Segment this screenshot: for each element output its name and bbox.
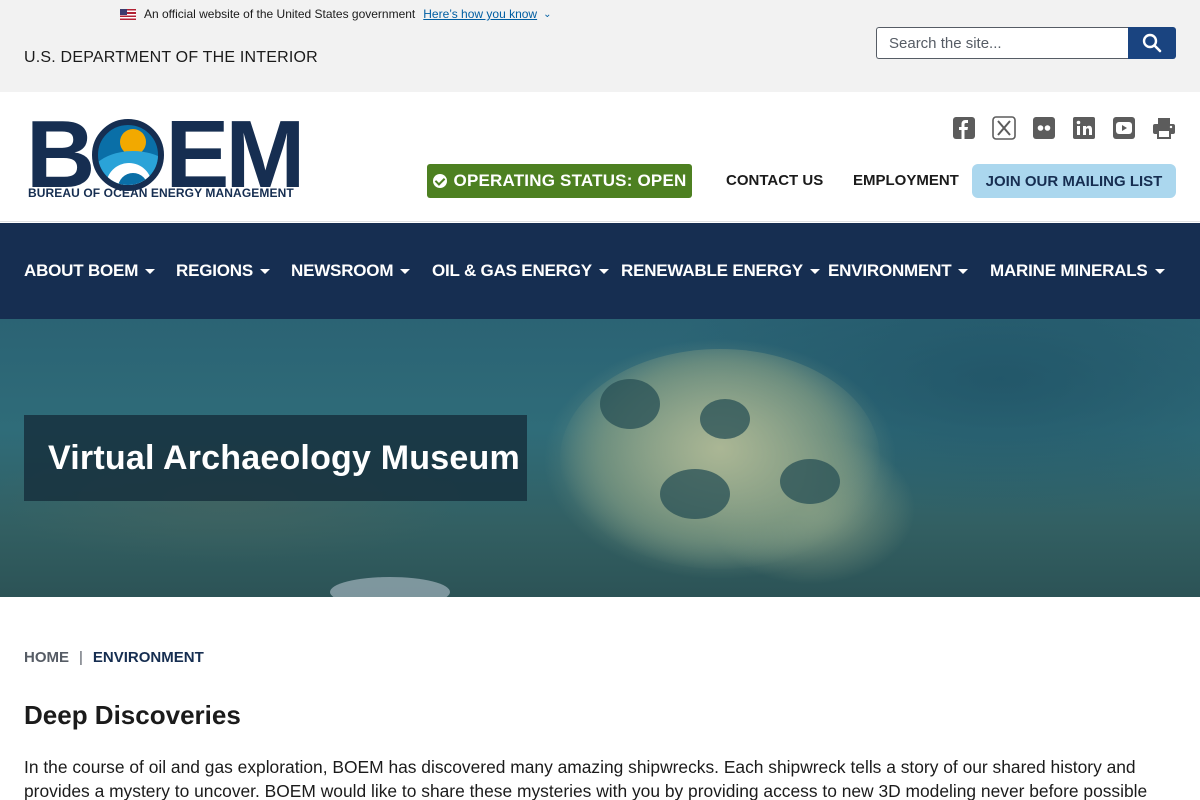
chevron-down-icon[interactable]: ⌄	[543, 9, 551, 20]
search-button[interactable]	[1128, 27, 1176, 59]
nav-item-label: ABOUT BOEM	[24, 261, 139, 280]
facebook-icon[interactable]	[952, 116, 976, 140]
top-bar: An official website of the United States…	[0, 0, 1200, 92]
breadcrumb-current[interactable]: ENVIRONMENT	[93, 649, 204, 666]
site-header: B EM BUREAU OF OCEAN ENERGY MANAGEMENT	[0, 92, 1200, 222]
caret-down-icon	[260, 269, 271, 274]
join-mailing-list-button[interactable]: JOIN OUR MAILING LIST	[972, 164, 1176, 198]
nav-item-oil-gas-energy[interactable]: OIL & GAS ENERGY	[432, 261, 610, 281]
operating-status-button[interactable]: OPERATING STATUS: OPEN	[427, 164, 692, 198]
nav-item-regions[interactable]: REGIONS	[176, 261, 271, 281]
breadcrumb-home-link[interactable]: HOME	[24, 649, 69, 666]
boem-logo[interactable]: B EM BUREAU OF OCEAN ENERGY MANAGEMENT	[26, 107, 305, 203]
breadcrumb-separator: |	[79, 649, 83, 666]
flickr-icon[interactable]	[1032, 116, 1056, 140]
nav-item-label: RENEWABLE ENERGY	[621, 261, 803, 280]
search-input[interactable]	[876, 27, 1128, 59]
nav-item-label: NEWSROOM	[291, 261, 394, 280]
nav-item-label: OIL & GAS ENERGY	[432, 261, 592, 280]
x-icon[interactable]	[992, 116, 1016, 140]
caret-down-icon	[809, 269, 820, 274]
nav-item-label: MARINE MINERALS	[990, 261, 1148, 280]
hero-title-box: Virtual Archaeology Museum	[24, 415, 527, 501]
hero-banner: Virtual Archaeology Museum	[0, 319, 1200, 597]
gov-banner-text: An official website of the United States…	[144, 7, 416, 21]
contact-us-link[interactable]: CONTACT US	[726, 172, 823, 189]
caret-down-icon	[1154, 269, 1165, 274]
page-title: Virtual Archaeology Museum	[48, 438, 520, 477]
caret-down-icon	[598, 269, 609, 274]
shipwreck-image	[560, 349, 880, 569]
intro-paragraph: In the course of oil and gas exploration…	[24, 757, 1148, 800]
nav-item-about-boem[interactable]: ABOUT BOEM	[24, 261, 156, 281]
print-icon[interactable]	[1152, 116, 1176, 140]
nav-item-marine-minerals[interactable]: MARINE MINERALS	[990, 261, 1166, 281]
heres-how-you-know-link[interactable]: Here’s how you know	[423, 7, 537, 21]
nav-item-newsroom[interactable]: NEWSROOM	[291, 261, 411, 281]
nav-item-label: ENVIRONMENT	[828, 261, 952, 280]
us-flag-icon	[120, 8, 136, 20]
logo-subtitle: BUREAU OF OCEAN ENERGY MANAGEMENT	[28, 186, 294, 200]
social-links	[952, 116, 1176, 140]
department-name[interactable]: U.S. DEPARTMENT OF THE INTERIOR	[24, 49, 318, 67]
main-nav: ABOUT BOEM REGIONS NEWSROOM OIL & GAS EN…	[0, 223, 1200, 319]
check-circle-icon	[432, 174, 447, 188]
search-icon	[1142, 33, 1162, 53]
gov-banner: An official website of the United States…	[120, 6, 552, 22]
caret-down-icon	[958, 269, 969, 274]
caret-down-icon	[145, 269, 156, 274]
breadcrumb: HOME | ENVIRONMENT	[24, 649, 204, 666]
operating-status-label: OPERATING STATUS: OPEN	[453, 171, 687, 190]
nav-item-environment[interactable]: ENVIRONMENT	[828, 261, 969, 281]
logo-wave-icon	[92, 119, 165, 191]
employment-link[interactable]: EMPLOYMENT	[853, 172, 959, 189]
nav-item-renewable-energy[interactable]: RENEWABLE ENERGY	[621, 261, 821, 281]
nav-item-label: REGIONS	[176, 261, 254, 280]
caret-down-icon	[400, 269, 411, 274]
section-heading: Deep Discoveries	[24, 700, 241, 730]
linkedin-icon[interactable]	[1072, 116, 1096, 140]
youtube-icon[interactable]	[1112, 116, 1136, 140]
site-search	[876, 27, 1176, 59]
